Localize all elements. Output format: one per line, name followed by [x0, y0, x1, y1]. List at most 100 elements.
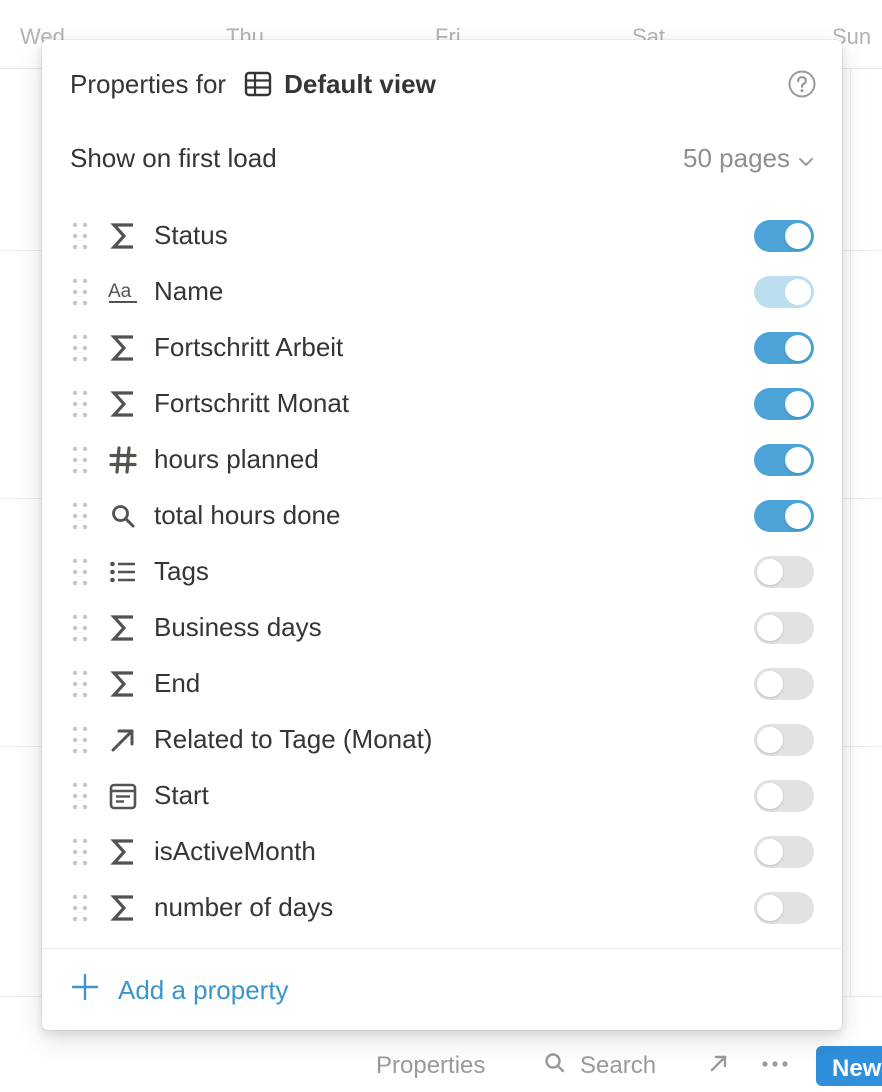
- popover-title: Properties for Default view: [70, 66, 436, 102]
- toggle-knob: [785, 447, 811, 473]
- visibility-toggle[interactable]: [754, 612, 814, 644]
- property-label: Start: [154, 780, 209, 810]
- property-label: Fortschritt Monat: [154, 388, 350, 418]
- drag-handle-icon[interactable]: [72, 894, 88, 922]
- formula-sigma-icon: [108, 837, 138, 867]
- plus-icon: [70, 972, 118, 1009]
- toggle-knob: [785, 335, 811, 361]
- property-row[interactable]: Fortschritt Arbeit: [42, 320, 842, 376]
- property-row[interactable]: Start: [42, 768, 842, 824]
- toggle-knob: [757, 727, 783, 753]
- toggle-knob: [785, 503, 811, 529]
- visibility-toggle: [754, 276, 814, 308]
- property-label: isActiveMonth: [154, 836, 316, 866]
- property-row[interactable]: Status: [42, 208, 842, 264]
- property-row[interactable]: Business days: [42, 600, 842, 656]
- property-row[interactable]: isActiveMonth: [42, 824, 842, 880]
- search-button[interactable]: Search: [580, 1052, 656, 1080]
- toggle-knob: [785, 391, 811, 417]
- visibility-toggle[interactable]: [754, 668, 814, 700]
- drag-handle-icon[interactable]: [72, 558, 88, 586]
- property-row[interactable]: Tags: [42, 544, 842, 600]
- visibility-toggle[interactable]: [754, 724, 814, 756]
- property-label: End: [154, 668, 201, 698]
- text-aa-icon: Aa: [108, 277, 138, 307]
- drag-handle-icon[interactable]: [72, 334, 88, 362]
- number-hash-icon: [108, 445, 138, 475]
- date-calendar-icon: [108, 781, 138, 811]
- multi-select-list-icon: [108, 557, 138, 587]
- chevron-down-icon: [790, 143, 814, 174]
- drag-handle-icon[interactable]: [72, 614, 88, 642]
- add-property-label: Add a property: [118, 974, 289, 1005]
- toggle-knob: [757, 559, 783, 585]
- property-label: Name: [154, 276, 224, 306]
- visibility-toggle[interactable]: [754, 500, 814, 532]
- relation-arrow-icon: [108, 725, 138, 755]
- properties-popover: Properties for Default view Show on firs…: [42, 40, 842, 1030]
- property-label: Business days: [154, 612, 322, 642]
- toggle-knob: [757, 783, 783, 809]
- divider: [42, 948, 842, 949]
- drag-handle-icon[interactable]: [72, 502, 88, 530]
- property-label: Tags: [154, 556, 209, 586]
- calendar-day-divider: [850, 68, 851, 998]
- formula-sigma-icon: [108, 613, 138, 643]
- add-property-button[interactable]: Add a property: [70, 972, 289, 1008]
- formula-sigma-icon: [108, 333, 138, 363]
- property-label: Fortschritt Arbeit: [154, 332, 344, 362]
- visibility-toggle[interactable]: [754, 220, 814, 252]
- drag-handle-icon[interactable]: [72, 278, 88, 306]
- property-label: number of days: [154, 892, 334, 922]
- property-row[interactable]: hours planned: [42, 432, 842, 488]
- toggle-knob: [757, 839, 783, 865]
- drag-handle-icon[interactable]: [72, 726, 88, 754]
- more-options-icon[interactable]: [760, 1046, 790, 1075]
- help-icon[interactable]: [788, 70, 816, 98]
- view-name: Default view: [284, 68, 436, 99]
- toggle-knob: [785, 223, 811, 249]
- property-row[interactable]: Related to Tage (Monat): [42, 712, 842, 768]
- drag-handle-icon[interactable]: [72, 782, 88, 810]
- property-label: hours planned: [154, 444, 319, 474]
- visibility-toggle[interactable]: [754, 836, 814, 868]
- visibility-toggle[interactable]: [754, 444, 814, 476]
- search-icon[interactable]: [544, 1052, 566, 1081]
- formula-sigma-icon: [108, 669, 138, 699]
- toggle-knob: [757, 895, 783, 921]
- visibility-toggle[interactable]: [754, 780, 814, 812]
- toggle-knob: [757, 615, 783, 641]
- table-view-icon: [244, 71, 272, 97]
- visibility-toggle[interactable]: [754, 556, 814, 588]
- new-button[interactable]: New: [816, 1046, 882, 1086]
- formula-sigma-icon: [108, 221, 138, 251]
- visibility-toggle[interactable]: [754, 332, 814, 364]
- properties-button[interactable]: Properties: [376, 1052, 485, 1080]
- rollup-search-icon: [108, 501, 138, 531]
- property-row[interactable]: Fortschritt Monat: [42, 376, 842, 432]
- toggle-knob: [757, 671, 783, 697]
- first-load-value: 50 pages: [683, 142, 790, 173]
- visibility-toggle[interactable]: [754, 892, 814, 924]
- property-row[interactable]: Aa Name: [42, 264, 842, 320]
- drag-handle-icon[interactable]: [72, 390, 88, 418]
- property-list: Status Aa Name Fortschritt Arbeit Fortschrit…: [42, 208, 842, 936]
- formula-sigma-icon: [108, 389, 138, 419]
- open-arrow-icon[interactable]: [708, 1052, 730, 1081]
- bottom-toolbar: Properties Search: [0, 1046, 882, 1079]
- toggle-knob: [785, 279, 811, 305]
- drag-handle-icon[interactable]: [72, 222, 88, 250]
- drag-handle-icon[interactable]: [72, 446, 88, 474]
- first-load-row: Show on first load 50 pages: [70, 138, 814, 178]
- property-label: Related to Tage (Monat): [154, 724, 433, 754]
- visibility-toggle[interactable]: [754, 388, 814, 420]
- first-load-select[interactable]: 50 pages: [683, 143, 814, 174]
- drag-handle-icon[interactable]: [72, 670, 88, 698]
- property-row[interactable]: number of days: [42, 880, 842, 936]
- property-row[interactable]: End: [42, 656, 842, 712]
- property-row[interactable]: total hours done: [42, 488, 842, 544]
- property-label: total hours done: [154, 500, 341, 530]
- svg-text:Aa: Aa: [108, 281, 132, 302]
- drag-handle-icon[interactable]: [72, 838, 88, 866]
- formula-sigma-icon: [108, 893, 138, 923]
